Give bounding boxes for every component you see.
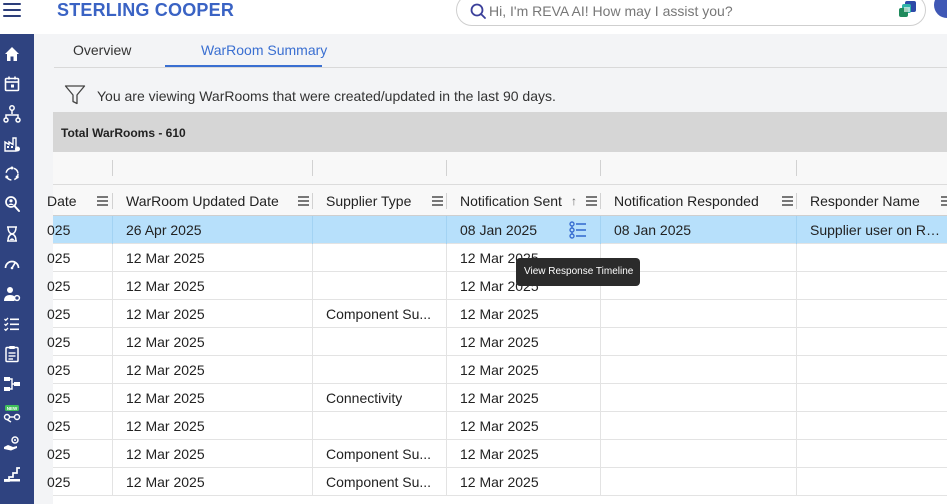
- table-cell: 12 Mar 2025: [126, 418, 205, 434]
- table-row[interactable]: 025 12 Mar 2025 Component Su... 12 Mar 2025: [47, 440, 947, 468]
- top-header: STERLING COOPER: [0, 0, 947, 34]
- filter-icon[interactable]: [64, 84, 86, 106]
- main-content: Overview WarRoom Summary You are viewing…: [34, 34, 947, 504]
- table-cell: 12 Mar 2025: [460, 418, 539, 434]
- table-row[interactable]: 025 12 Mar 2025 12 Mar 2025: [47, 244, 947, 272]
- col-header-responder-name[interactable]: Responder Name: [810, 185, 947, 216]
- total-warrooms-count: Total WarRooms - 610: [61, 126, 186, 140]
- clipboard-icon[interactable]: [3, 345, 21, 363]
- col-header-warroom-updated-date[interactable]: WarRoom Updated Date: [126, 185, 312, 216]
- org-chart-icon[interactable]: [3, 375, 21, 393]
- col-header-notification-responded[interactable]: Notification Responded: [614, 185, 796, 216]
- user-settings-icon[interactable]: [3, 285, 21, 303]
- table-cell: 025: [47, 278, 71, 294]
- user-avatar[interactable]: [934, 0, 947, 18]
- factory-icon[interactable]: [3, 135, 21, 153]
- column-menu-icon[interactable]: [782, 196, 793, 206]
- reva-search-bar[interactable]: [456, 0, 926, 26]
- tab-overview[interactable]: Overview: [73, 42, 131, 58]
- table-row[interactable]: 025 12 Mar 2025 12 Mar 2025: [47, 412, 947, 440]
- column-header-row: Date WarRoom Updated Date Supplier Type …: [47, 185, 947, 216]
- tab-bar: Overview WarRoom Summary: [54, 34, 947, 68]
- active-tab-indicator: [165, 65, 322, 67]
- column-menu-icon[interactable]: [97, 196, 108, 206]
- table-cell: 12 Mar 2025: [460, 390, 539, 406]
- table-cell: 26 Apr 2025: [126, 222, 202, 238]
- table-cell: 025: [47, 446, 71, 462]
- table-row[interactable]: 025 12 Mar 2025 12 Mar 2025: [47, 356, 947, 384]
- table-cell: Component Su...: [326, 446, 432, 462]
- reva-ai-logo-icon[interactable]: [899, 1, 917, 19]
- table-cell: 025: [47, 250, 71, 266]
- search-input[interactable]: [489, 2, 889, 20]
- search-icon: [470, 3, 486, 19]
- table-cell: 12 Mar 2025: [126, 334, 205, 350]
- table-cell: 12 Mar 2025: [460, 362, 539, 378]
- table-cell: 025: [47, 474, 71, 490]
- table-cell: 12 Mar 2025: [460, 334, 539, 350]
- table-cell: Supplier user on Re...: [810, 222, 940, 238]
- stairs-icon[interactable]: [3, 465, 21, 483]
- table-row[interactable]: 025 12 Mar 2025 Component Su... 12 Mar 2025: [47, 468, 947, 496]
- column-group-header: [53, 152, 947, 185]
- search-person-icon[interactable]: [3, 195, 21, 213]
- table-cell: 12 Mar 2025: [126, 390, 205, 406]
- table-row[interactable]: 025 12 Mar 2025 12 Mar 2025: [47, 272, 947, 300]
- table-cell: Connectivity: [326, 390, 403, 406]
- home-icon[interactable]: [3, 45, 21, 63]
- filter-description: You are viewing WarRooms that were creat…: [97, 88, 556, 104]
- new-badge: NEW: [7, 406, 18, 411]
- hand-gear-icon[interactable]: [3, 435, 21, 453]
- col-header-notification-sent[interactable]: Notification Sent ↑: [460, 185, 600, 216]
- table-cell: 025: [47, 222, 71, 238]
- col-header-supplier-type[interactable]: Supplier Type: [326, 185, 446, 216]
- tab-warroom-summary[interactable]: WarRoom Summary: [201, 42, 327, 58]
- response-timeline-icon[interactable]: [569, 221, 587, 239]
- list-check-icon[interactable]: [3, 315, 21, 333]
- table-cell: 025: [47, 362, 71, 378]
- cycle-icon[interactable]: [3, 165, 21, 183]
- table-cell: 12 Mar 2025: [460, 306, 539, 322]
- col-header-date[interactable]: Date: [47, 185, 112, 216]
- table-row[interactable]: 025 26 Apr 2025 08 Jan 2025 08 Jan 2025 Supp…: [47, 216, 947, 244]
- table-cell: 12 Mar 2025: [126, 446, 205, 462]
- table-cell: Component Su...: [326, 474, 432, 490]
- table-cell: 025: [47, 334, 71, 350]
- table-cell: 025: [47, 418, 71, 434]
- view-response-timeline-tooltip: View Response Timeline: [516, 258, 640, 286]
- table-cell: Component Su...: [326, 306, 432, 322]
- sort-ascending-icon[interactable]: ↑: [571, 194, 577, 208]
- hamburger-menu-icon[interactable]: [3, 3, 21, 17]
- hierarchy-icon[interactable]: [3, 105, 21, 123]
- hourglass-icon[interactable]: [3, 225, 21, 243]
- table-row[interactable]: 025 12 Mar 2025 12 Mar 2025: [47, 328, 947, 356]
- table-cell: 12 Mar 2025: [126, 362, 205, 378]
- table-cell: 08 Jan 2025: [460, 222, 538, 238]
- column-menu-icon[interactable]: [941, 196, 947, 206]
- table-cell: 12 Mar 2025: [460, 446, 539, 462]
- table-cell: 12 Mar 2025: [126, 250, 205, 266]
- table-cell: 025: [47, 306, 71, 322]
- warroom-grid: Date WarRoom Updated Date Supplier Type …: [47, 152, 947, 504]
- table-cell: 025: [47, 390, 71, 406]
- table-row[interactable]: 025 12 Mar 2025 Connectivity 12 Mar 2025: [47, 384, 947, 412]
- column-menu-icon[interactable]: [586, 196, 597, 206]
- table-cell: 12 Mar 2025: [126, 278, 205, 294]
- column-menu-icon[interactable]: [298, 196, 309, 206]
- gauge-icon[interactable]: [3, 255, 21, 273]
- brand-title: STERLING COOPER: [57, 0, 235, 20]
- table-cell: 08 Jan 2025: [614, 222, 692, 238]
- calendar-icon[interactable]: [3, 75, 21, 93]
- table-cell: 12 Mar 2025: [126, 474, 205, 490]
- column-menu-icon[interactable]: [432, 196, 443, 206]
- left-sidebar: NEW: [0, 34, 34, 504]
- table-cell: 12 Mar 2025: [460, 474, 539, 490]
- table-cell: 12 Mar 2025: [126, 306, 205, 322]
- new-network-icon[interactable]: NEW: [3, 405, 21, 423]
- total-warrooms-bar: Total WarRooms - 610: [53, 112, 947, 152]
- table-row[interactable]: 025 12 Mar 2025 Component Su... 12 Mar 2025: [47, 300, 947, 328]
